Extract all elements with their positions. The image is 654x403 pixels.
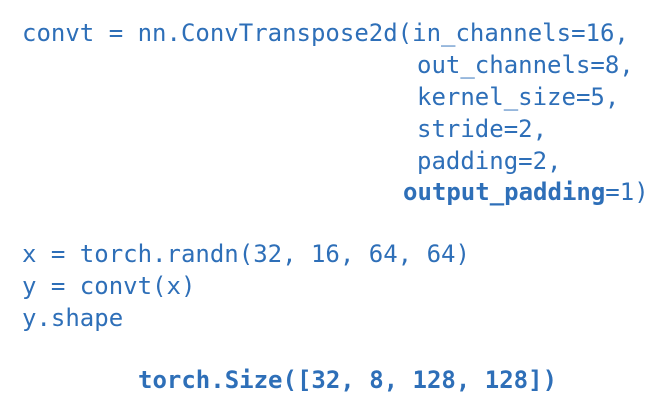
code-line-kernel-size: kernel_size=5, [417, 83, 620, 111]
code-line-shape: y.shape [22, 304, 124, 332]
output-result: torch.Size([32, 8, 128, 128]) [138, 366, 558, 394]
code-snippet: convt = nn.ConvTranspose2d(in_channels=1… [0, 0, 654, 403]
code-line-padding: padding=2, [417, 147, 562, 175]
code-line-output-padding: output_padding=1) [403, 176, 649, 208]
code-line-stride: stride=2, [417, 115, 548, 143]
output-padding-keyword: output_padding [403, 178, 606, 206]
code-line-apply-convt: y = convt(x) [22, 272, 196, 300]
output-padding-value: =1) [605, 178, 649, 206]
code-line-out-channels: out_channels=8, [417, 51, 634, 79]
code-line-convt-definition: convt = nn.ConvTranspose2d(in_channels=1… [22, 19, 629, 47]
code-line-input-tensor: x = torch.randn(32, 16, 64, 64) [22, 240, 470, 268]
